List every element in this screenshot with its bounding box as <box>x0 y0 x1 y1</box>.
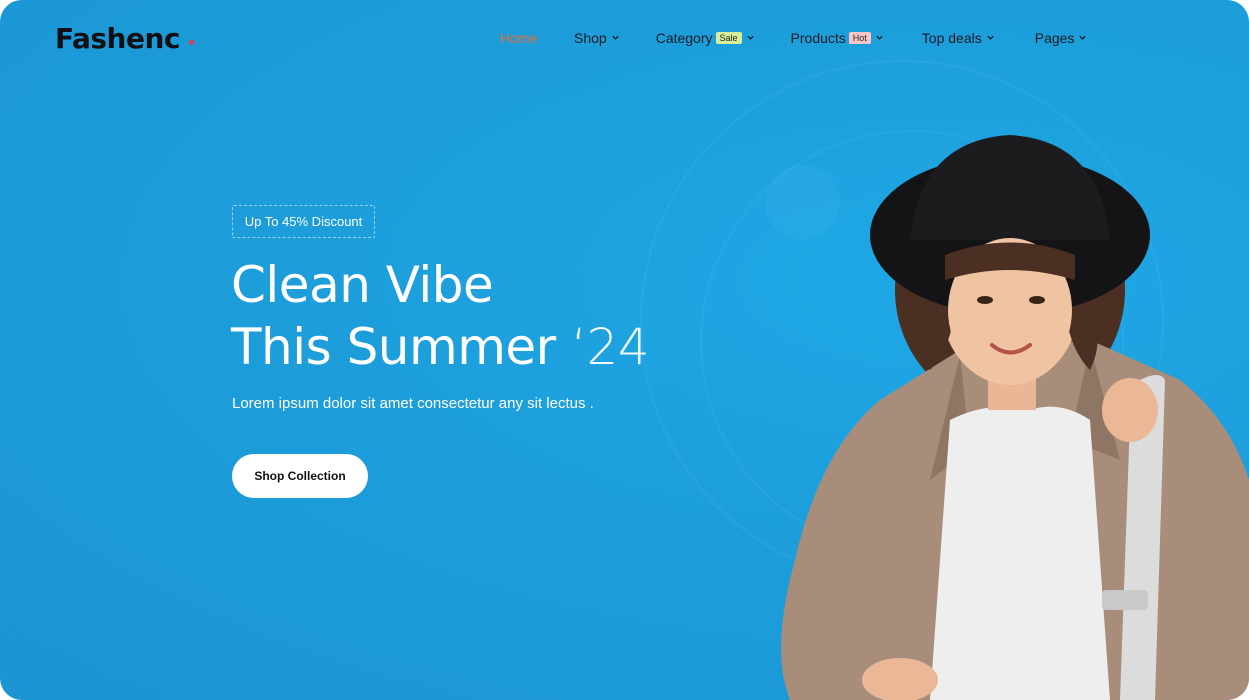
sale-badge: Sale <box>715 32 742 44</box>
discount-label: Up To 45% Discount <box>244 214 363 229</box>
nav-item-label: Category <box>655 30 713 46</box>
nav-item-pages[interactable]: Pages <box>1035 30 1088 46</box>
hero-subtext: Lorem ipsum dolor sit amet consectetur a… <box>232 395 594 412</box>
nav-item-label: Home <box>500 30 538 46</box>
logo-accent-dot <box>189 40 194 45</box>
nav-item-label: Products <box>790 30 846 46</box>
hero-headline: Clean Vibe This Summer ‘24 <box>231 254 650 378</box>
discount-tag: Up To 45% Discount <box>232 205 375 238</box>
hot-badge: Hot <box>848 32 871 44</box>
nav-item-label: Top deals <box>921 30 982 46</box>
nav-item-products[interactable]: Products Hot <box>791 30 884 46</box>
nav-item-category[interactable]: Category Sale <box>656 30 755 46</box>
nav-item-label: Shop <box>574 30 607 46</box>
nav-item-shop[interactable]: Shop <box>574 30 620 46</box>
nav-item-home[interactable]: Home <box>500 30 540 46</box>
chevron-down-icon <box>1079 35 1087 40</box>
nav-item-top-deals[interactable]: Top deals <box>922 30 995 46</box>
hero-model-image <box>781 135 1249 700</box>
headline-line-1: Clean Vibe <box>231 256 494 314</box>
chevron-down-icon <box>876 35 883 40</box>
chevron-down-icon <box>746 35 754 40</box>
nav-item-label: Pages <box>1034 30 1075 46</box>
brand-logo[interactable]: Fashenc <box>55 22 181 55</box>
main-nav: Home Shop Category Sale Products Hot Top… <box>500 30 1087 46</box>
shop-collection-button[interactable]: Shop Collection <box>232 454 368 498</box>
hero-page: Fashenc Home Shop Category Sale Products… <box>0 0 1249 700</box>
chevron-down-icon <box>612 35 619 40</box>
headline-year: ‘24 <box>571 318 650 376</box>
chevron-down-icon <box>987 35 994 40</box>
headline-line-2: This Summer <box>231 318 556 376</box>
